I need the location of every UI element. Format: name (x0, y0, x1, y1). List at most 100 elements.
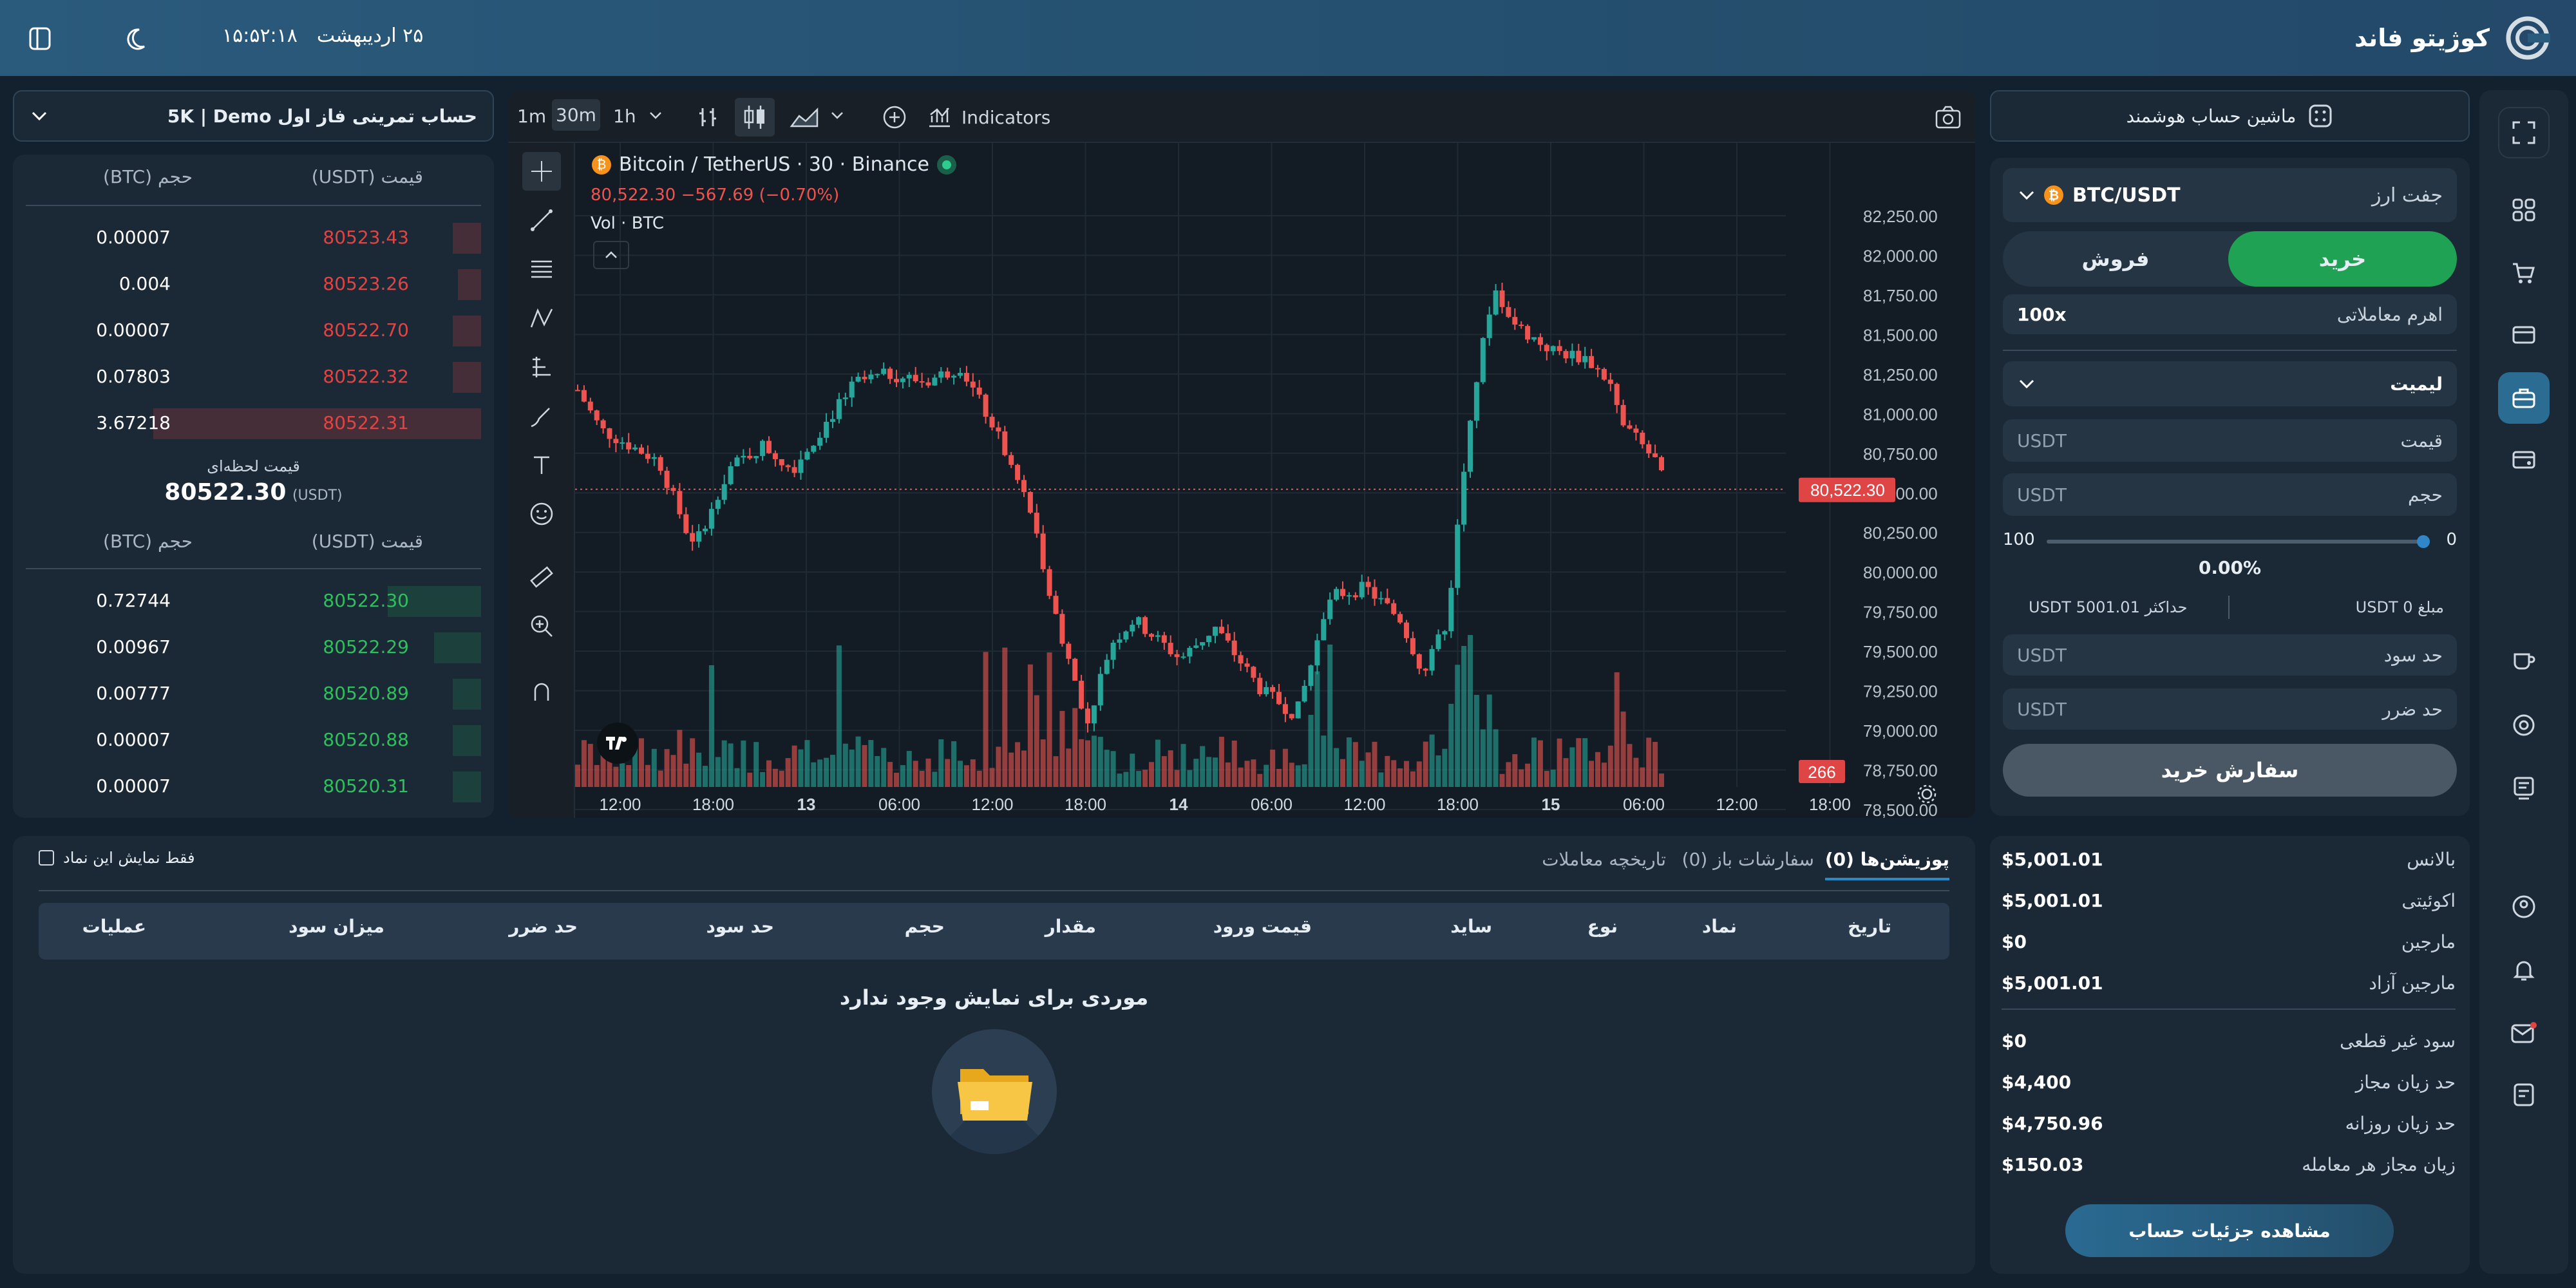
account-select[interactable]: حساب تمرینی فاز اول 5K | Demo (13, 90, 494, 142)
candle (1582, 355, 1588, 363)
ruler-tool[interactable] (522, 558, 561, 596)
chart-canvas[interactable]: 82,250.00 82,000.00 81,750.00 81,500.00 81,2… (575, 143, 1975, 818)
candle (1404, 622, 1409, 638)
interval-30m[interactable]: 30m (552, 99, 600, 131)
chevron-down-icon[interactable] (649, 111, 663, 121)
symbol-filter-checkbox[interactable] (39, 850, 54, 866)
order-book-row[interactable]: 80520.88 0.00007 (26, 721, 494, 759)
candle (798, 459, 804, 473)
buy-tab[interactable]: خرید (2228, 231, 2457, 287)
symbol-filter[interactable]: فقط نمایش این نماد (39, 849, 195, 867)
sidebar-item-dashboard[interactable] (2498, 184, 2550, 236)
order-type-select[interactable]: لیمیت (2003, 361, 2457, 406)
emoji-tool[interactable] (522, 495, 561, 533)
volume-bar (1468, 634, 1473, 787)
theme-toggle-button[interactable] (116, 19, 155, 58)
candle (1352, 595, 1358, 598)
max-text: حداکثر 5001.01 USDT (2029, 598, 2188, 616)
order-book-row[interactable]: 80522.29 0.00967 (26, 629, 494, 666)
area-chart-icon[interactable] (789, 104, 821, 130)
tab-trade-history[interactable]: تاریخچه معاملات (1542, 849, 1666, 870)
forecast-tool[interactable] (522, 348, 561, 386)
sidebar-item-tickets[interactable] (2498, 1069, 2550, 1121)
volume-input[interactable]: USDT حجم (2003, 473, 2457, 516)
chart-settings-icon[interactable] (1916, 783, 1938, 805)
stop-loss-input[interactable]: USDT حد ضرر (2003, 688, 2457, 730)
candle (1040, 533, 1046, 569)
sidebar-item-education[interactable] (2498, 635, 2550, 687)
candle (811, 446, 817, 452)
order-book-row[interactable]: 80522.70 0.00007 (26, 312, 494, 349)
take-profit-input[interactable]: USDT حد سود (2003, 634, 2457, 676)
sidebar-item-reports[interactable] (2498, 762, 2550, 814)
fib-lines-icon (531, 260, 552, 278)
sidebar-item-wallet[interactable] (2498, 434, 2550, 486)
order-book-row[interactable]: 80522.30 0.72744 (26, 582, 494, 620)
sidebar-item-shop[interactable] (2498, 247, 2550, 299)
text-tool[interactable] (522, 446, 561, 484)
order-book-row[interactable]: 80520.31 0.00007 (26, 768, 494, 805)
order-book-row[interactable]: 80523.43 0.00007 (26, 219, 494, 256)
candle (664, 470, 670, 488)
column-header: تاریخ (1848, 916, 1891, 937)
candle (587, 401, 593, 411)
pattern-tool[interactable] (522, 299, 561, 337)
order-book-row[interactable]: 80522.32 0.07803 (26, 358, 494, 395)
expand-button[interactable] (2498, 107, 2550, 158)
wallet-icon (2512, 451, 2535, 469)
summary-label: سود غیر قطعی (2340, 1030, 2456, 1052)
column-header: حد سود (706, 916, 774, 937)
camera-icon[interactable] (1934, 103, 1962, 131)
trendline-tool[interactable] (522, 201, 561, 240)
candle (1365, 582, 1371, 587)
leverage-field[interactable]: 100x اهرم معاملاتی (2003, 294, 2457, 334)
add-compare-icon[interactable] (882, 104, 907, 130)
smart-calculator-button[interactable]: ماشین حساب هوشمند (1990, 90, 2470, 142)
sidebar-item-profile[interactable] (2498, 881, 2550, 933)
tradingview-logo[interactable] (597, 723, 638, 764)
volume-bar (1257, 773, 1263, 787)
magnet-tool[interactable] (522, 672, 561, 711)
price-input[interactable]: USDT قیمت (2003, 419, 2457, 462)
x-tick-label: 06:00 (878, 795, 920, 814)
order-book-row[interactable]: 80523.26 0.004 (26, 265, 494, 303)
interval-1h[interactable]: 1h (613, 106, 636, 127)
volume-bar (1531, 737, 1537, 787)
brand-logo[interactable]: کوژیتو فاند (2354, 15, 2550, 61)
sell-tab[interactable]: فروش (2003, 231, 2228, 287)
volume-tag-text: 266 (1808, 762, 1835, 782)
sidebar-item-notifications[interactable] (2498, 944, 2550, 996)
bar-style-icon[interactable] (695, 104, 721, 130)
tab-open-orders[interactable]: سفارشات باز (0) (1682, 849, 1814, 870)
chevron-down-icon[interactable] (830, 111, 844, 121)
pair-select[interactable]: ₿ BTC/USDT جفت ارز (2003, 168, 2457, 222)
x-tick-label: 06:00 (1251, 795, 1293, 814)
fib-tool[interactable] (522, 250, 561, 289)
volume-bar (983, 652, 989, 787)
sidebar-item-trade[interactable] (2498, 372, 2550, 424)
summary-label: اکوئیتی (2401, 889, 2456, 911)
volume-bar (1340, 759, 1345, 787)
volume-bar (1544, 771, 1549, 787)
crosshair-tool[interactable] (522, 152, 561, 191)
brush-tool[interactable] (522, 397, 561, 435)
account-details-button[interactable]: مشاهده جزئیات حساب (2065, 1204, 2394, 1257)
volume-bar (1627, 744, 1633, 787)
collapse-legend-button[interactable] (593, 241, 629, 269)
candle-style-button[interactable] (735, 98, 775, 137)
sidebar-item-messages[interactable] (2498, 1007, 2550, 1059)
tab-positions[interactable]: پوزیشن‌ها (0) (1824, 849, 1949, 880)
volume-bar (1576, 738, 1582, 787)
interval-1m[interactable]: 1m (517, 106, 546, 127)
slider-thumb[interactable] (2417, 535, 2430, 548)
order-book-row[interactable]: 80522.31 3.67218 (26, 404, 494, 442)
candle (1136, 617, 1142, 625)
order-book-row[interactable]: 80520.89 0.00777 (26, 675, 494, 712)
zoom-tool[interactable] (522, 607, 561, 645)
sidebar-item-cards[interactable] (2498, 309, 2550, 361)
submit-order-button[interactable]: سفارش خرید (2003, 744, 2457, 797)
sidebar-item-support[interactable] (2498, 699, 2550, 751)
sidebar-toggle-button[interactable] (21, 19, 59, 58)
indicators-button[interactable]: Indicators (927, 103, 1050, 131)
size-slider[interactable]: 100 0 (2003, 529, 2457, 554)
